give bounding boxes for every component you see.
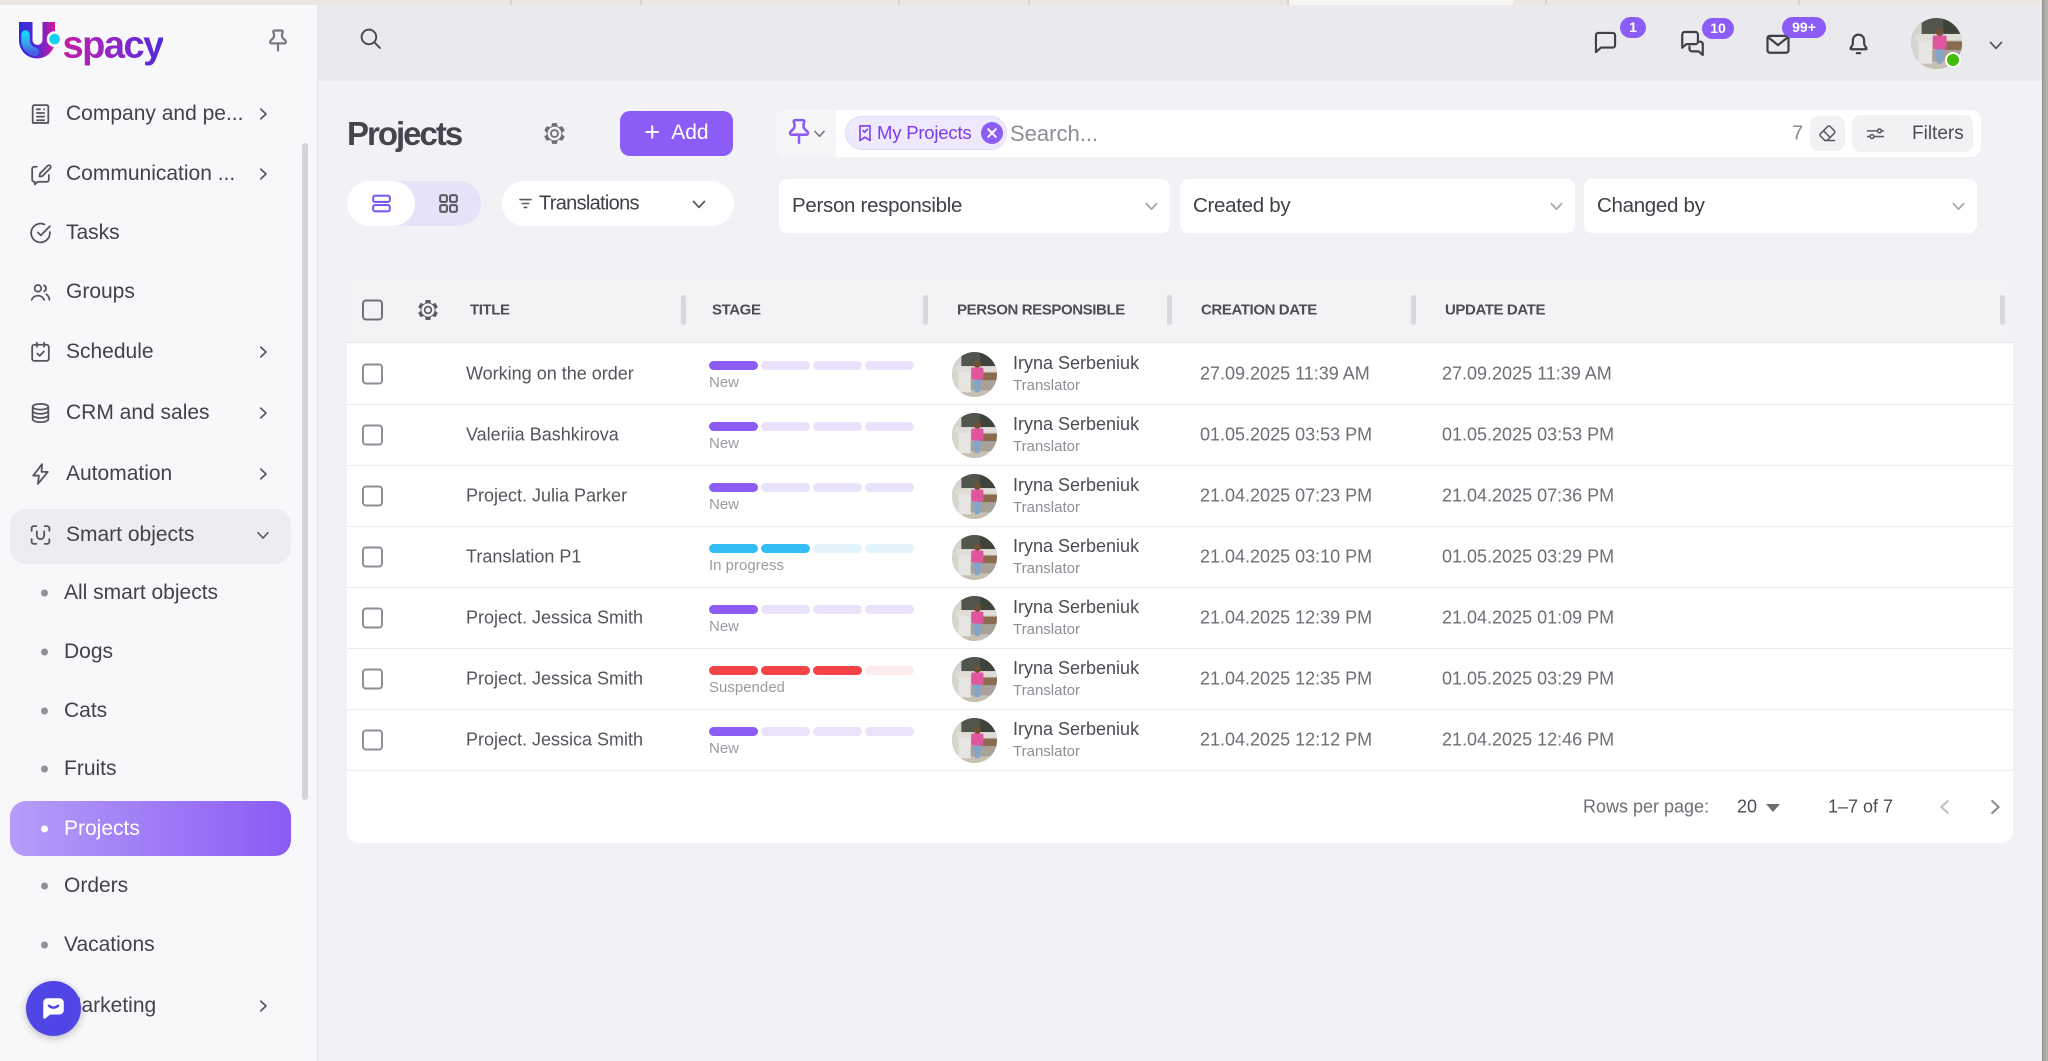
svg-text:spacy: spacy xyxy=(63,25,164,67)
